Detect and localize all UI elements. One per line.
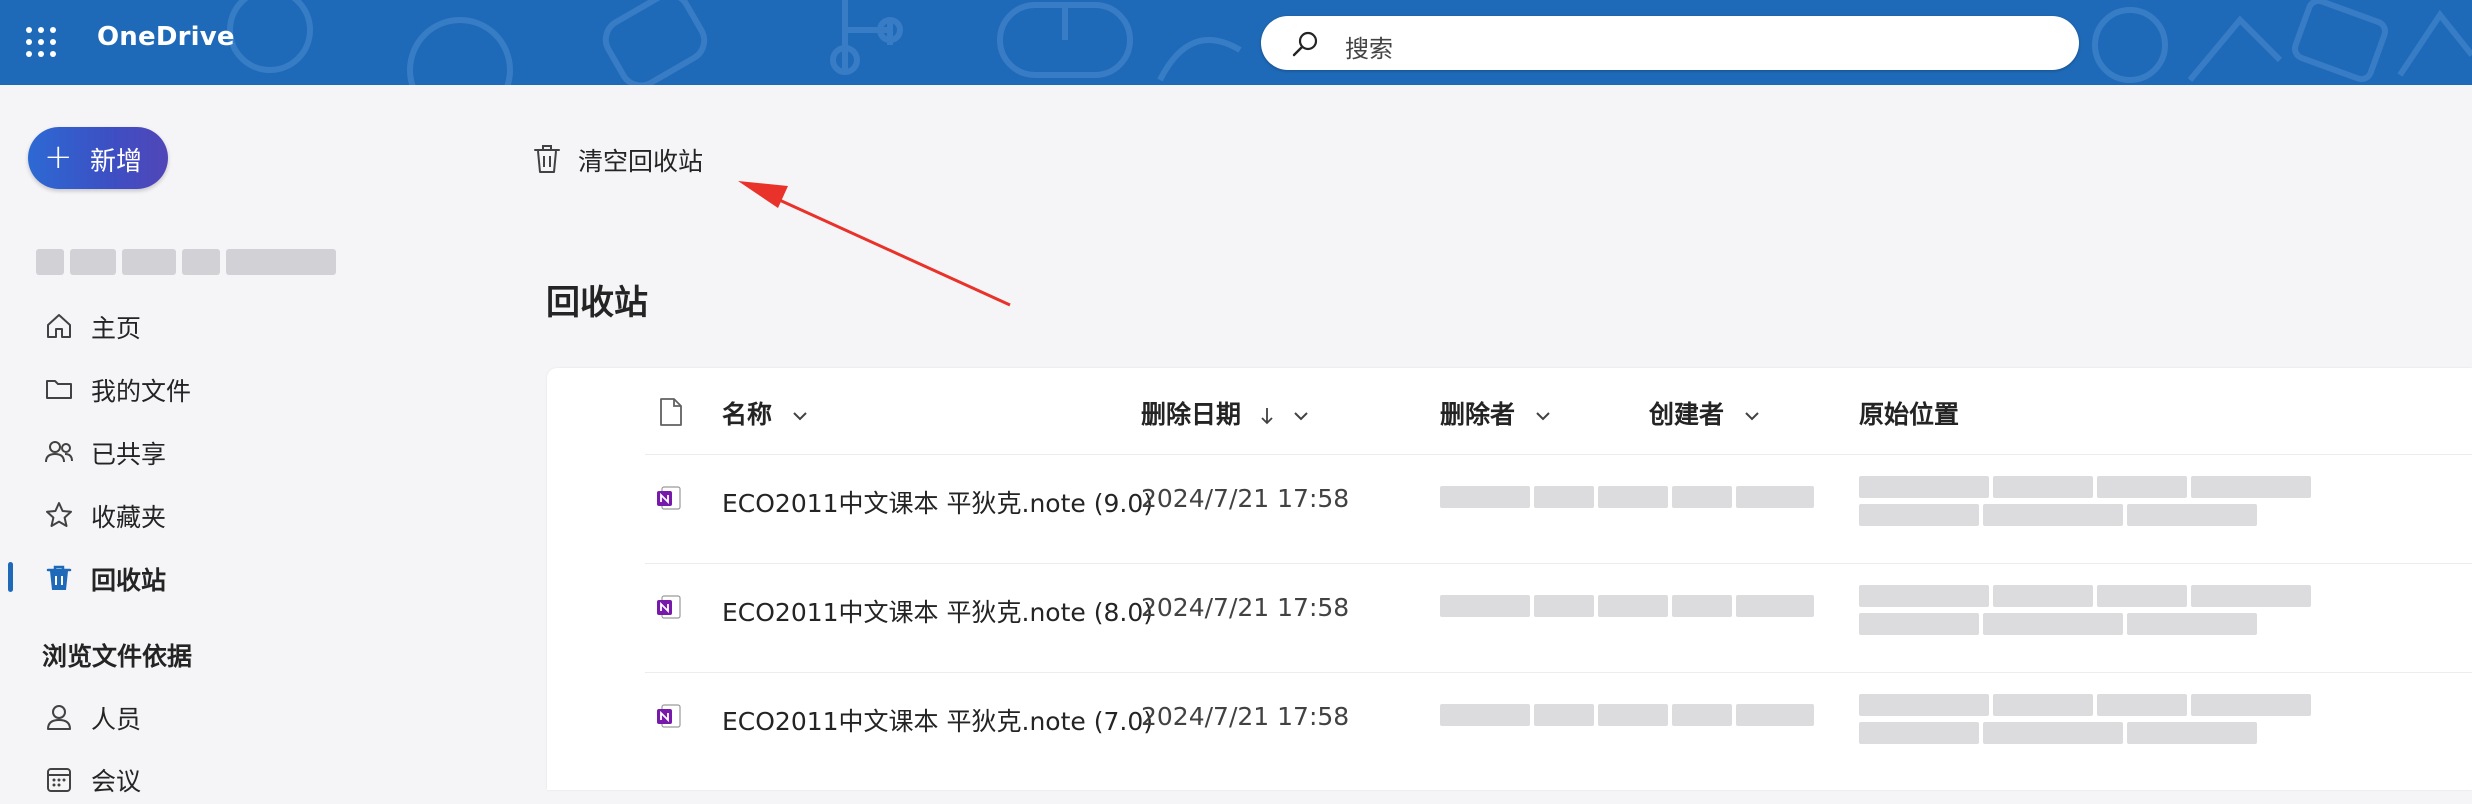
star-icon <box>46 502 72 527</box>
active-indicator <box>8 562 13 592</box>
recycle-bin-icon <box>46 565 72 590</box>
onenote-icon <box>657 704 681 728</box>
original-location-redacted <box>1859 694 2311 716</box>
nav-label: 回收站 <box>91 566 167 595</box>
column-label: 删除者 <box>1440 400 1516 429</box>
empty-recycle-bin-label: 清空回收站 <box>578 147 704 176</box>
nav-item-shared[interactable]: 已共享 <box>0 423 520 477</box>
column-header-name[interactable]: 名称 <box>722 395 809 431</box>
chevron-down-icon <box>1745 412 1759 421</box>
folder-icon <box>46 380 72 399</box>
table-row[interactable]: ECO2011中文课本 平狄克.note (8.0) 2024/7/21 17:… <box>547 563 2472 672</box>
file-type-icon <box>660 398 682 426</box>
table-row[interactable]: ECO2011中文课本 平狄克.note (9.0) 2024/7/21 17:… <box>547 454 2472 563</box>
nav-label: 我的文件 <box>91 377 192 406</box>
chevron-down-icon <box>1536 412 1550 421</box>
deleted-by-redacted <box>1440 595 1814 617</box>
chevron-down-icon <box>793 412 807 421</box>
column-label: 创建者 <box>1649 400 1725 429</box>
deleted-date: 2024/7/21 17:58 <box>1141 484 1350 513</box>
search-box[interactable]: 搜索 <box>1261 16 2079 70</box>
nav-item-my-files[interactable]: 我的文件 <box>0 360 520 414</box>
original-location-redacted-line2 <box>1859 613 2257 635</box>
column-label: 删除日期 <box>1141 400 1242 429</box>
deleted-date: 2024/7/21 17:58 <box>1141 593 1350 622</box>
page-title: 回收站 <box>546 283 648 323</box>
onenote-icon <box>657 595 681 619</box>
column-header-deleted-by[interactable]: 删除者 <box>1440 395 1552 431</box>
column-header-deleted-date[interactable]: 删除日期 <box>1141 395 1310 431</box>
search-icon <box>1292 31 1318 57</box>
table-header: 名称 删除日期 删除者 创建者 原始位置 <box>547 368 2472 454</box>
column-label: 原始位置 <box>1859 400 1960 429</box>
nav-label: 已共享 <box>91 440 167 469</box>
chevron-down-icon <box>1294 412 1309 421</box>
original-location-redacted <box>1859 476 2311 498</box>
app-launcher-icon[interactable] <box>26 27 58 59</box>
nav-label: 人员 <box>91 705 142 734</box>
file-name[interactable]: ECO2011中文课本 平狄克.note (8.0) <box>722 593 1153 629</box>
recycle-bin-list: 名称 删除日期 删除者 创建者 原始位置 ECO2011中文课本 平狄克.not… <box>547 368 2472 790</box>
plus-icon: + <box>44 137 73 177</box>
browse-files-by-heading: 浏览文件依据 <box>42 642 193 671</box>
column-header-original-location[interactable]: 原始位置 <box>1859 395 1959 431</box>
nav-item-meetings[interactable]: 会议 <box>0 750 520 804</box>
column-header-created-by[interactable]: 创建者 <box>1649 395 1761 431</box>
header-pattern <box>227 0 2472 85</box>
deleted-date: 2024/7/21 17:58 <box>1141 702 1350 731</box>
nav-label: 收藏夹 <box>91 503 167 532</box>
nav-item-people[interactable]: 人员 <box>0 688 520 742</box>
new-button-label: 新增 <box>90 147 143 177</box>
nav-item-home[interactable]: 主页 <box>0 297 520 351</box>
nav-item-favorites[interactable]: 收藏夹 <box>0 486 520 540</box>
top-bar: OneDrive 搜索 <box>0 0 2472 85</box>
row-divider <box>645 672 2472 673</box>
row-divider <box>645 563 2472 564</box>
onenote-icon <box>657 486 681 510</box>
column-label: 名称 <box>722 400 773 429</box>
people-icon <box>45 441 73 463</box>
search-placeholder[interactable]: 搜索 <box>1345 29 1393 64</box>
original-location-redacted <box>1859 585 2311 607</box>
left-nav: + 新增 主页 我的文件 已共享 收藏夹 回收站 浏览文件依据 人员 会议 <box>0 85 545 796</box>
trash-icon <box>534 145 560 173</box>
original-location-redacted-line2 <box>1859 504 2257 526</box>
sort-down-arrow-icon <box>1261 408 1273 425</box>
row-divider <box>645 454 2472 455</box>
new-button[interactable]: + 新增 <box>28 127 168 189</box>
file-name[interactable]: ECO2011中文课本 平狄克.note (9.0) <box>722 484 1153 520</box>
nav-label: 主页 <box>91 314 142 343</box>
home-icon <box>47 314 71 338</box>
deleted-by-redacted <box>1440 704 1814 726</box>
nav-label: 会议 <box>91 767 142 796</box>
original-location-redacted-line2 <box>1859 722 2257 744</box>
person-icon <box>47 705 71 730</box>
table-row[interactable]: ECO2011中文课本 平狄克.note (7.0) 2024/7/21 17:… <box>547 672 2472 781</box>
deleted-by-redacted <box>1440 486 1814 508</box>
nav-item-recycle-bin[interactable]: 回收站 <box>0 549 520 603</box>
app-name[interactable]: OneDrive <box>97 22 235 52</box>
account-name-redacted <box>36 249 336 275</box>
file-name[interactable]: ECO2011中文课本 平狄克.note (7.0) <box>722 702 1153 738</box>
